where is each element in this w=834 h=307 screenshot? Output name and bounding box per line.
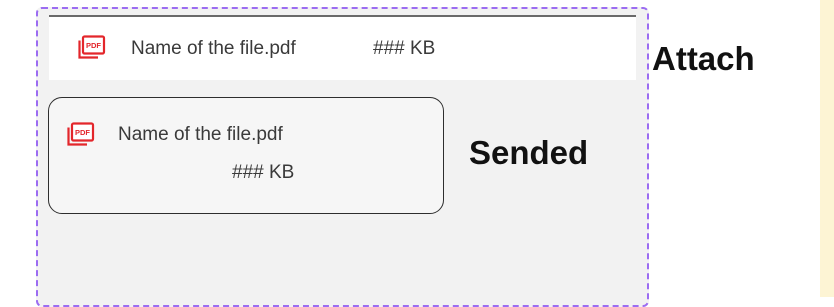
pdf-file-icon: PDF [65,122,95,148]
sent-file-card[interactable]: PDF Name of the file.pdf ### KB [48,97,444,214]
side-background-strip [820,0,834,297]
attached-file-bar[interactable]: PDF Name of the file.pdf ### KB [49,15,636,80]
sended-state-label: Sended [469,134,589,171]
sent-file-name: Name of the file.pdf [118,124,283,145]
attached-file-name: Name of the file.pdf [131,38,296,59]
svg-text:PDF: PDF [75,128,90,137]
attached-file-size: ### KB [373,38,436,59]
attach-state-label: Attach [652,40,755,77]
svg-text:PDF: PDF [86,41,101,50]
pdf-file-icon: PDF [76,35,106,61]
sent-file-size: ### KB [232,162,295,183]
